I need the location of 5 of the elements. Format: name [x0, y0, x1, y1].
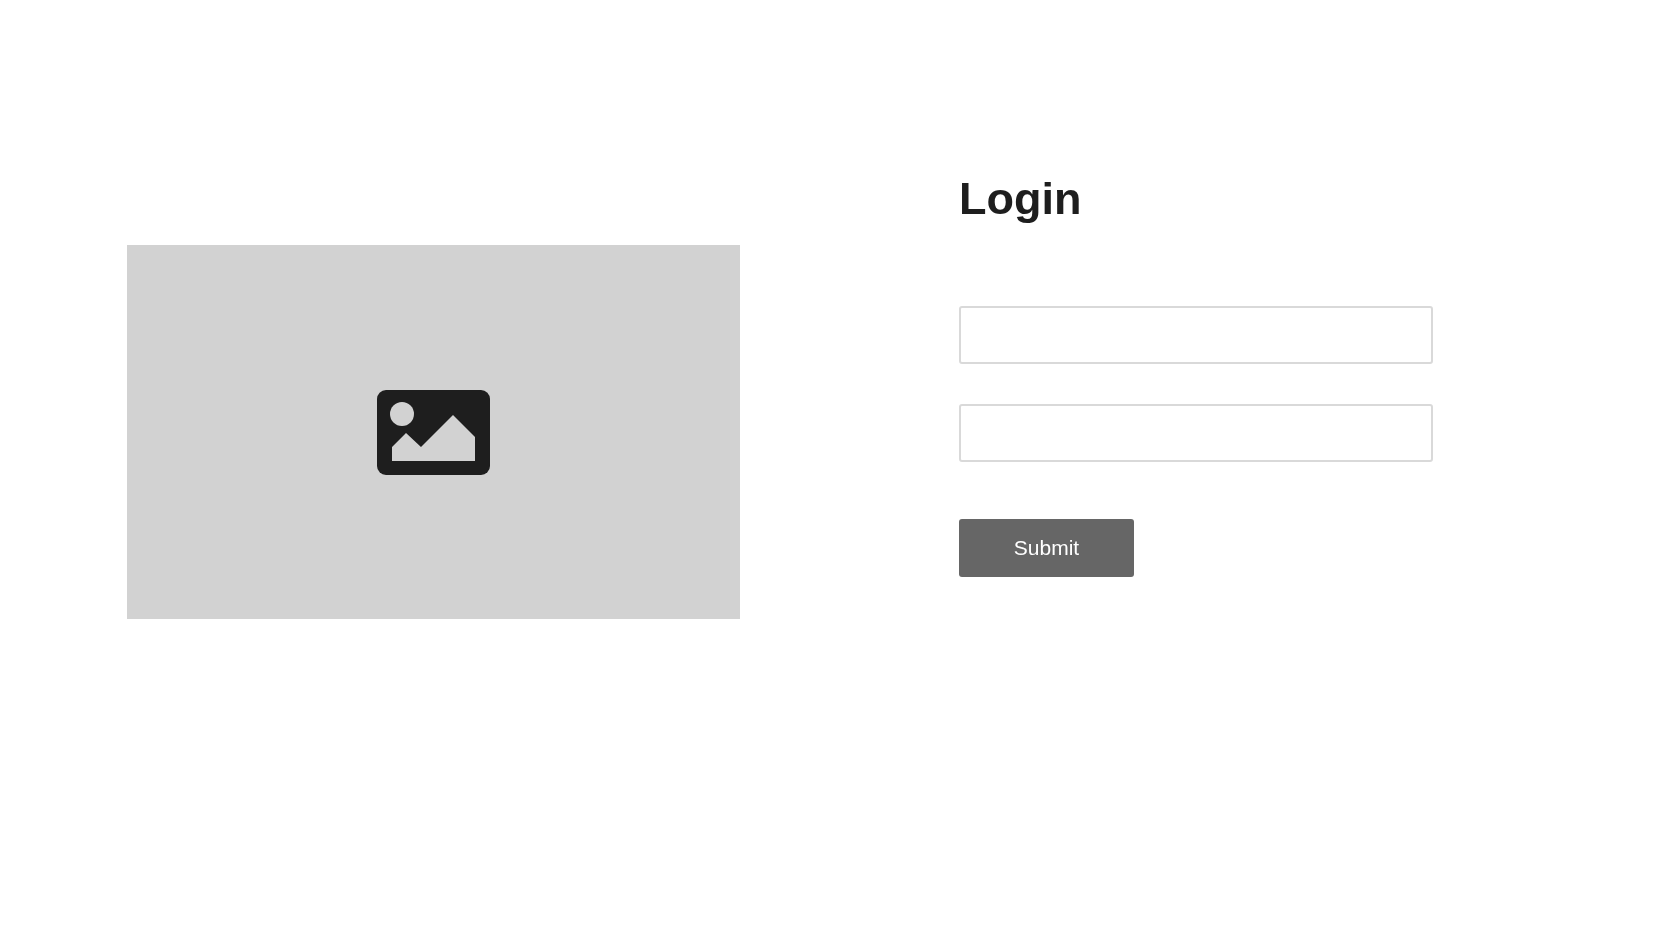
image-icon [377, 389, 490, 475]
submit-button[interactable]: Submit [959, 519, 1134, 577]
input-field[interactable] [959, 306, 1433, 364]
input-field[interactable] [959, 404, 1433, 462]
login-heading: Login [959, 172, 1082, 226]
